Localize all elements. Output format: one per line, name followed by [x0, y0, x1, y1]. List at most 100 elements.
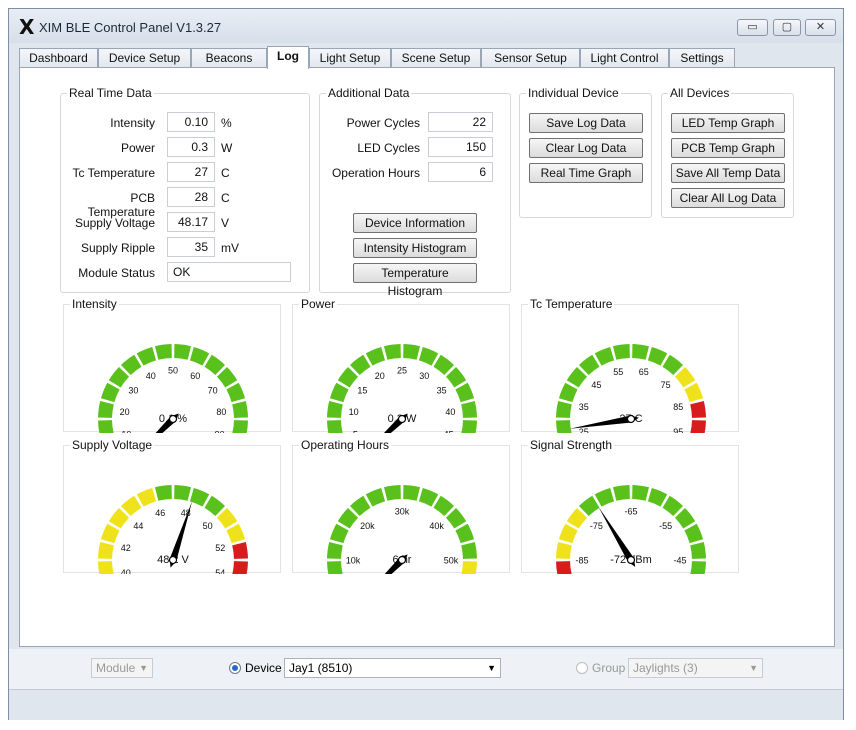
gauge-tick-label: 45 — [444, 430, 454, 433]
tab-bar: Dashboard Device Setup Beacons Log Light… — [19, 46, 835, 69]
intensity-unit: % — [221, 116, 232, 130]
group-dropdown-value: Jaylights (3) — [633, 661, 698, 675]
gauge-tick-label: 35 — [579, 402, 589, 412]
gauge-tick-label: 25 — [579, 427, 589, 433]
gauge-band-segment — [327, 541, 343, 559]
gauge-band-segment — [136, 487, 157, 507]
device-dropdown[interactable]: Jay1 (8510) ▼ — [284, 658, 501, 678]
clear-all-log-data-button[interactable]: Clear All Log Data — [671, 188, 785, 208]
gauge-tick-label: 50k — [444, 556, 459, 566]
gauge-tick-label: 40 — [121, 568, 131, 574]
gauge-tick-label: 35 — [437, 386, 447, 396]
gauge-tick-label: 30 — [128, 386, 138, 396]
device-information-button[interactable]: Device Information — [353, 213, 477, 233]
gauge-band-segment — [594, 346, 615, 366]
gauge-hub — [168, 414, 178, 424]
gauge-tick-label: 44 — [133, 521, 143, 531]
gauge-tick-label: 30 — [419, 371, 429, 381]
tab-light-control[interactable]: Light Control — [580, 48, 669, 68]
save-all-temp-data-button[interactable]: Save All Temp Data — [671, 163, 785, 183]
gauge-band-segment — [365, 346, 386, 366]
gauge-band-segment — [154, 344, 172, 360]
gauge-tick-label: 85 — [673, 402, 683, 412]
gauge-tick-label: 25 — [397, 366, 407, 376]
gauge-band-segment — [461, 541, 477, 559]
gauge-band-segment — [174, 344, 192, 360]
gauge-band-segment — [556, 400, 572, 418]
supply-voltage-unit: V — [221, 216, 230, 230]
power-cycles-label: Power Cycles — [346, 116, 420, 130]
intensity-label: Intensity — [110, 116, 155, 130]
device-radio-label: Device — [245, 661, 282, 675]
module-dropdown[interactable]: Module ▼ — [91, 658, 153, 678]
gauge-tick-label: 45 — [591, 380, 601, 390]
gauge-band-segment — [647, 487, 668, 507]
tab-beacons[interactable]: Beacons — [191, 48, 267, 68]
gauge-tick-label: 10 — [349, 407, 359, 417]
window-title: XIM BLE Control Panel V1.3.27 — [39, 20, 222, 35]
real-time-graph-button[interactable]: Real Time Graph — [529, 163, 643, 183]
gauge-band-segment — [632, 344, 650, 360]
gauge-band-segment — [154, 485, 172, 501]
operation-hours-label: Operation Hours — [331, 166, 420, 180]
gauge-band-segment — [556, 541, 572, 559]
gauge-hub — [626, 555, 636, 565]
gauge-tick-label: 50 — [203, 521, 213, 531]
real-time-data-title: Real Time Data — [67, 86, 154, 100]
gauge-band-segment — [98, 420, 114, 433]
gauge-band-segment — [329, 523, 349, 544]
additional-data-title: Additional Data — [326, 86, 412, 100]
gauge-tick-label: 40 — [146, 371, 156, 381]
gauge-tick-label: -65 — [624, 507, 637, 517]
device-radio[interactable] — [229, 662, 241, 674]
device-selection-bar: Module ▼ Device Jay1 (8510) ▼ Group Jayl… — [9, 649, 843, 689]
save-log-data-button[interactable]: Save Log Data — [529, 113, 643, 133]
tab-sensor-setup[interactable]: Sensor Setup — [481, 48, 580, 68]
pcb-temperature-label: PCB Temperature — [87, 191, 155, 219]
intensity-field: 0.10 — [167, 112, 215, 132]
tab-dashboard[interactable]: Dashboard — [19, 48, 98, 68]
additional-data-group: Additional Data Power Cycles 22 LED Cycl… — [319, 86, 511, 298]
gauge-band-segment — [647, 346, 668, 366]
intensity-histogram-button[interactable]: Intensity Histogram — [353, 238, 477, 258]
close-button[interactable]: ✕ — [805, 19, 836, 36]
temperature-histogram-button[interactable]: Temperature Histogram — [353, 263, 477, 298]
signal-strength-gauge: Signal Strength -95-85-75-65-55-45-35-72… — [521, 438, 739, 574]
pcb-temperature-field: 28 — [167, 187, 215, 207]
maximize-button[interactable]: ▢ — [773, 19, 801, 36]
gauge-band-segment — [136, 346, 157, 366]
group-dropdown[interactable]: Jaylights (3) ▼ — [628, 658, 763, 678]
power-unit: W — [221, 141, 233, 155]
gauge-tick-label: 50 — [168, 366, 178, 376]
tab-settings[interactable]: Settings — [669, 48, 735, 68]
group-radio[interactable] — [576, 662, 588, 674]
tab-device-setup[interactable]: Device Setup — [98, 48, 191, 68]
tab-light-setup[interactable]: Light Setup — [309, 48, 391, 68]
gauge-band-segment — [174, 485, 192, 501]
all-devices-title: All Devices — [668, 86, 732, 100]
gauge-band-segment — [690, 561, 706, 574]
gauge-band-segment — [558, 382, 578, 403]
gauge-band-segment — [365, 487, 386, 507]
gauge-band-segment — [690, 541, 706, 559]
chevron-down-icon: ▼ — [749, 663, 758, 673]
real-time-data-group: Real Time Data Intensity 0.10 % Power 0.… — [60, 86, 310, 293]
gauge-band-segment — [232, 420, 248, 433]
gauge-band-segment — [232, 541, 248, 559]
pcb-temperature-unit: C — [221, 191, 230, 205]
close-icon: ✕ — [815, 21, 826, 33]
gauge-tick-label: 80 — [216, 407, 226, 417]
clear-log-data-button[interactable]: Clear Log Data — [529, 138, 643, 158]
gauge-tick-label: 20 — [375, 371, 385, 381]
gauge-band-segment — [329, 382, 349, 403]
minimize-button[interactable]: ▭ — [737, 19, 768, 36]
pcb-temp-graph-button[interactable]: PCB Temp Graph — [671, 138, 785, 158]
tab-log[interactable]: Log — [267, 46, 309, 69]
chevron-down-icon: ▼ — [487, 663, 496, 673]
supply-voltage-gauge: Supply Voltage 3840424446485052545648.2 … — [63, 438, 281, 574]
gauge-dial: 01020304050607080901000.1 % — [98, 344, 248, 433]
led-temp-graph-button[interactable]: LED Temp Graph — [671, 113, 785, 133]
gauge-hub — [397, 414, 407, 424]
tc-temperature-field: 27 — [167, 162, 215, 182]
tab-scene-setup[interactable]: Scene Setup — [391, 48, 481, 68]
